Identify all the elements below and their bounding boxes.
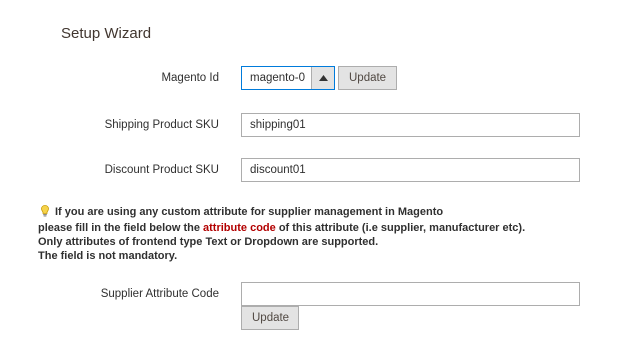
magento-id-label: Magento Id — [161, 72, 219, 84]
magento-id-update-button[interactable]: Update — [338, 66, 397, 90]
magento-id-select[interactable]: magento-0 — [241, 66, 335, 90]
note-text-1: If you are using any custom attribute fo… — [55, 206, 444, 218]
magento-id-value: magento-0 — [250, 72, 305, 84]
discount-sku-input[interactable] — [241, 158, 580, 182]
magento-id-row: Magento Id magento-0 Update — [0, 66, 640, 92]
shipping-sku-row: Shipping Product SKU — [0, 113, 640, 139]
supplier-attribute-update-button[interactable]: Update — [241, 306, 299, 330]
note-line-4: The field is not mandatory. — [38, 250, 178, 262]
chevron-up-icon[interactable] — [311, 67, 334, 89]
note-text-2b: of this attribute (i.e supplier, manufac… — [275, 222, 526, 234]
note-line-1: If you are using any custom attribute fo… — [38, 205, 525, 221]
lightbulb-icon — [41, 205, 49, 221]
note-line-2: please fill in the field below the attri… — [38, 221, 525, 235]
supplier-note: If you are using any custom attribute fo… — [38, 205, 525, 263]
note-line-3: Only attributes of frontend type Text or… — [38, 236, 379, 248]
discount-sku-row: Discount Product SKU — [0, 158, 640, 184]
supplier-attribute-row: Supplier Attribute Code — [0, 282, 640, 308]
note-text-2a: please fill in the field below the — [38, 222, 204, 234]
supplier-attribute-input[interactable] — [241, 282, 580, 306]
attribute-code-highlight: attribute code — [203, 222, 276, 234]
shipping-sku-label: Shipping Product SKU — [104, 119, 219, 131]
page-title: Setup Wizard — [61, 25, 152, 42]
discount-sku-label: Discount Product SKU — [104, 164, 219, 176]
shipping-sku-input[interactable] — [241, 113, 580, 137]
supplier-attribute-label: Supplier Attribute Code — [100, 288, 219, 300]
